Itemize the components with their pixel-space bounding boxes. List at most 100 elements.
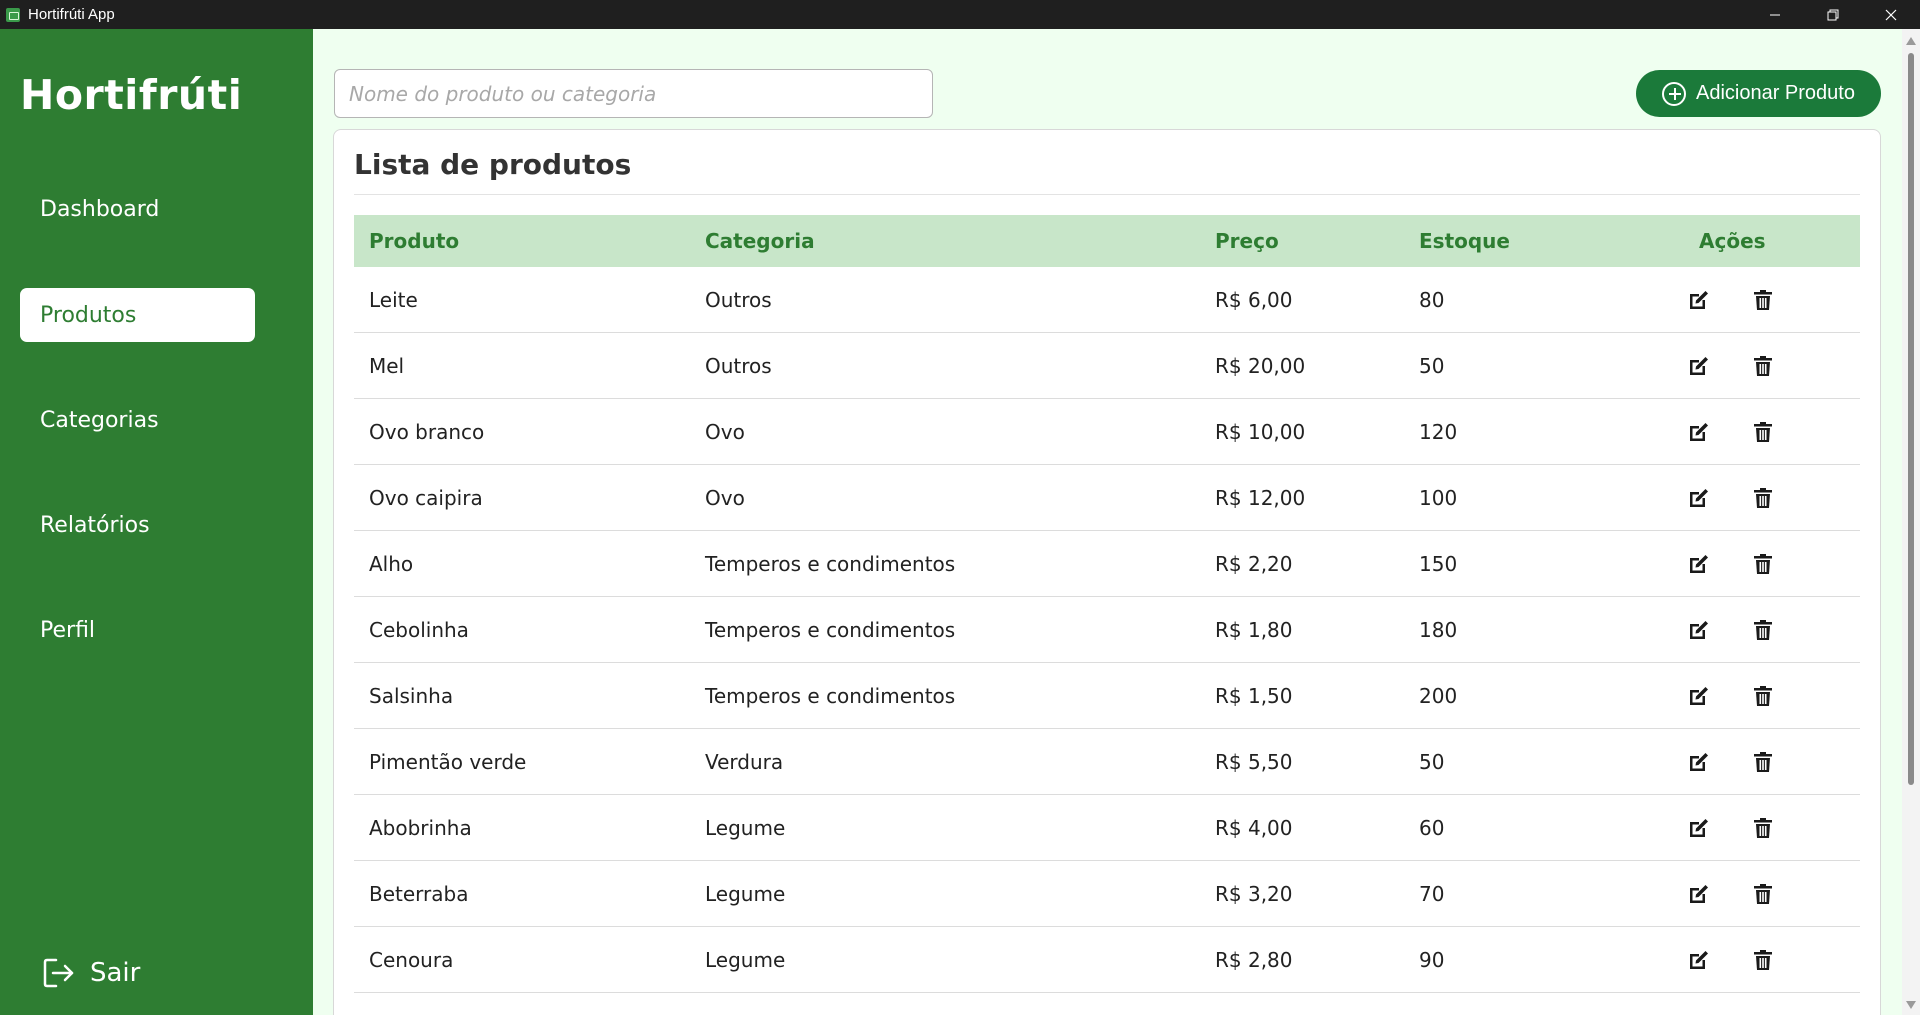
trash-icon[interactable]	[1751, 684, 1775, 708]
scroll-up-arrow[interactable]	[1906, 37, 1916, 45]
cell-preco: R$ 1,80	[1215, 618, 1293, 642]
scroll-down-arrow[interactable]	[1906, 1001, 1916, 1009]
column-header-estoque[interactable]: Estoque	[1419, 215, 1510, 267]
close-button[interactable]	[1862, 0, 1920, 29]
logout-icon	[43, 958, 74, 988]
trash-icon[interactable]	[1751, 486, 1775, 510]
sidebar-item-relatorios[interactable]: Relatórios	[20, 498, 255, 552]
logout-button[interactable]: Sair	[42, 957, 140, 989]
table-row: Pimentão verde Verdura R$ 5,50 50	[354, 729, 1860, 795]
cell-produto: Salsinha	[369, 684, 454, 708]
cell-categoria: Outros	[705, 354, 772, 378]
page-title: Lista de produtos	[354, 148, 632, 181]
window-titlebar: Hortifrúti App	[0, 0, 1920, 29]
window-title: Hortifrúti App	[28, 6, 115, 23]
edit-icon[interactable]	[1687, 816, 1711, 840]
table-row: Cenoura Legume R$ 2,80 90	[354, 927, 1860, 993]
edit-icon[interactable]	[1687, 486, 1711, 510]
edit-icon[interactable]	[1687, 288, 1711, 312]
sidebar-item-produtos[interactable]: Produtos	[20, 288, 255, 342]
column-header-acoes: Ações	[1699, 229, 1766, 253]
trash-icon[interactable]	[1751, 816, 1775, 840]
cell-produto: Mel	[369, 354, 405, 378]
brand-title: Hortifrúti	[20, 71, 243, 119]
edit-icon[interactable]	[1687, 750, 1711, 774]
cell-estoque: 90	[1419, 948, 1445, 972]
cell-produto: Alho	[369, 552, 414, 576]
cell-preco: R$ 3,20	[1215, 882, 1293, 906]
table-row: Beterraba Legume R$ 3,20 70	[354, 861, 1860, 927]
cell-produto: Beterraba	[369, 882, 469, 906]
cell-categoria: Legume	[705, 816, 786, 840]
cell-produto: Cebolinha	[369, 618, 469, 642]
cell-estoque: 150	[1419, 552, 1458, 576]
cell-produto: Abobrinha	[369, 816, 472, 840]
table-header: Produto Categoria Preço Estoque Ações	[354, 215, 1860, 267]
search-input[interactable]	[334, 69, 933, 118]
products-table-body: Leite Outros R$ 6,00 80 Mel Outros R$ 20,00 50 O…	[354, 267, 1860, 993]
cell-estoque: 200	[1419, 684, 1458, 708]
cell-preco: R$ 1,50	[1215, 684, 1293, 708]
plus-circle-icon	[1662, 81, 1686, 106]
cell-estoque: 70	[1419, 882, 1445, 906]
trash-icon[interactable]	[1751, 948, 1775, 972]
edit-icon[interactable]	[1687, 684, 1711, 708]
restore-button[interactable]	[1804, 0, 1862, 29]
sidebar-item-categorias[interactable]: Categorias	[20, 393, 255, 447]
cell-estoque: 60	[1419, 816, 1445, 840]
cell-preco: R$ 6,00	[1215, 288, 1293, 312]
table-row: Mel Outros R$ 20,00 50	[354, 333, 1860, 399]
sidebar-item-perfil[interactable]: Perfil	[20, 603, 255, 657]
cell-categoria: Temperos e condimentos	[705, 552, 956, 576]
cell-preco: R$ 4,00	[1215, 816, 1293, 840]
sidebar-item-dashboard[interactable]: Dashboard	[20, 182, 255, 236]
cell-preco: R$ 20,00	[1215, 354, 1306, 378]
trash-icon[interactable]	[1751, 750, 1775, 774]
trash-icon[interactable]	[1751, 354, 1775, 378]
cell-categoria: Verdura	[705, 750, 784, 774]
cell-estoque: 50	[1419, 354, 1445, 378]
restore-icon	[1827, 9, 1839, 20]
scroll-thumb[interactable]	[1908, 53, 1914, 785]
table-row: Abobrinha Legume R$ 4,00 60	[354, 795, 1860, 861]
cell-categoria: Ovo	[705, 486, 745, 510]
column-header-categoria[interactable]: Categoria	[705, 215, 815, 267]
trash-icon[interactable]	[1751, 288, 1775, 312]
cell-produto: Pimentão verde	[369, 750, 527, 774]
cell-produto: Leite	[369, 288, 418, 312]
edit-icon[interactable]	[1687, 420, 1711, 444]
trash-icon[interactable]	[1751, 552, 1775, 576]
trash-icon[interactable]	[1751, 882, 1775, 906]
add-product-button[interactable]: Adicionar Produto	[1636, 70, 1881, 117]
cell-preco: R$ 2,80	[1215, 948, 1293, 972]
cell-categoria: Legume	[705, 882, 786, 906]
trash-icon[interactable]	[1751, 618, 1775, 642]
edit-icon[interactable]	[1687, 618, 1711, 642]
cell-produto: Ovo branco	[369, 420, 485, 444]
edit-icon[interactable]	[1687, 948, 1711, 972]
app-icon	[6, 7, 20, 22]
trash-icon[interactable]	[1751, 420, 1775, 444]
cell-estoque: 80	[1419, 288, 1445, 312]
table-row: Cebolinha Temperos e condimentos R$ 1,80 18…	[354, 597, 1860, 663]
edit-icon[interactable]	[1687, 882, 1711, 906]
window-controls	[1746, 0, 1920, 29]
column-header-preco[interactable]: Preço	[1215, 215, 1279, 267]
minimize-button[interactable]	[1746, 0, 1804, 29]
cell-categoria: Legume	[705, 948, 786, 972]
sidebar: Hortifrúti Dashboard Produtos Categorias…	[0, 29, 313, 1015]
column-header-produto[interactable]: Produto	[369, 215, 459, 267]
table-row: Leite Outros R$ 6,00 80	[354, 267, 1860, 333]
cell-produto: Cenoura	[369, 948, 454, 972]
cell-preco: R$ 12,00	[1215, 486, 1306, 510]
table-row: Ovo branco Ovo R$ 10,00 120	[354, 399, 1860, 465]
cell-categoria: Outros	[705, 288, 772, 312]
edit-icon[interactable]	[1687, 552, 1711, 576]
vertical-scrollbar[interactable]	[1902, 29, 1920, 1015]
table-row: Salsinha Temperos e condimentos R$ 1,50 200	[354, 663, 1860, 729]
edit-icon[interactable]	[1687, 354, 1711, 378]
minimize-icon	[1770, 14, 1780, 15]
cell-estoque: 120	[1419, 420, 1458, 444]
logout-label: Sair	[90, 958, 141, 988]
cell-preco: R$ 5,50	[1215, 750, 1293, 774]
